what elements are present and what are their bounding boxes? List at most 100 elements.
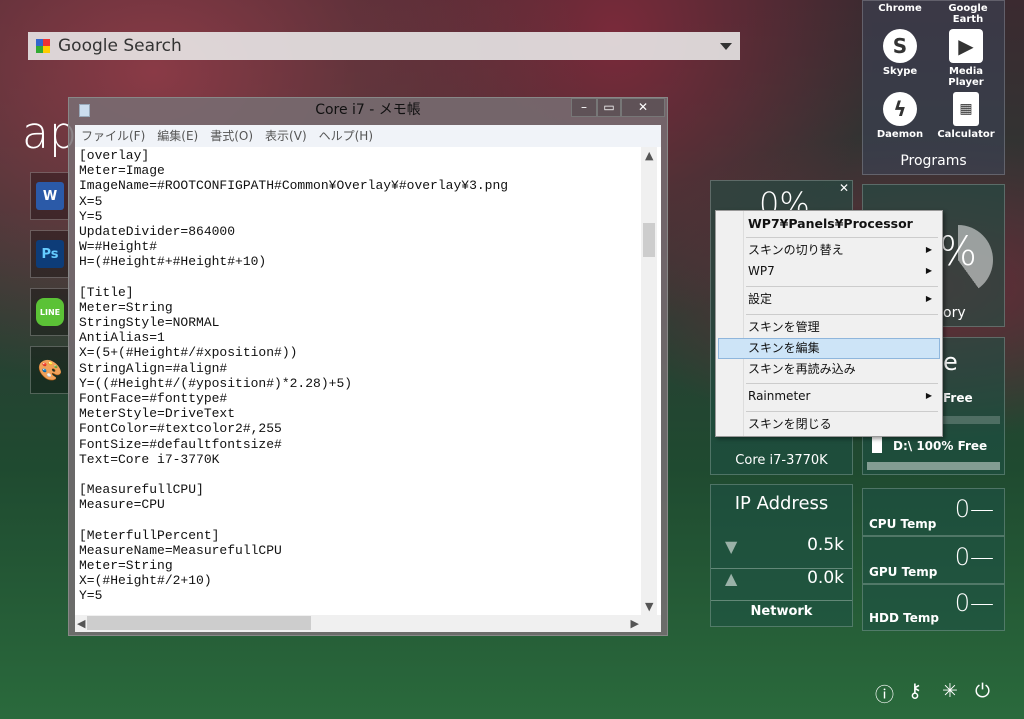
horizontal-scrollbar[interactable]: ◀ ▶ xyxy=(75,615,661,632)
upload-speed: 0.0k xyxy=(807,568,844,588)
chevron-down-icon[interactable] xyxy=(720,43,732,50)
minimize-button[interactable]: – xyxy=(571,98,597,117)
scroll-up-icon[interactable]: ▲ xyxy=(645,149,653,162)
submenu-arrow-icon: ▶ xyxy=(925,245,932,254)
program-daemon[interactable]: ϟ Daemon xyxy=(865,92,935,140)
drive-icon xyxy=(872,437,882,453)
text-line xyxy=(79,270,508,285)
d-drive-bar xyxy=(867,462,1000,470)
close-button[interactable]: ✕ xyxy=(621,98,665,117)
menu-item-label: スキンを管理 xyxy=(748,320,820,334)
menu-item-label: 設定 xyxy=(748,292,773,306)
temp-label: CPU Temp xyxy=(869,517,937,531)
cpu-name: Core i7-3770K xyxy=(735,453,828,468)
menu-view[interactable]: 表示(V) xyxy=(265,125,307,147)
info-icon[interactable]: ⓘ xyxy=(875,680,894,707)
program-skype[interactable]: S Skype xyxy=(865,29,935,77)
app-tile-word[interactable]: W xyxy=(30,172,70,220)
scroll-right-icon[interactable]: ▶ xyxy=(631,617,639,630)
temp-label: HDD Temp xyxy=(869,611,939,625)
context-menu-item[interactable]: スキンを編集 xyxy=(748,338,934,358)
program-google-earth[interactable]: Google Earth xyxy=(933,3,1003,25)
google-search-bar[interactable]: Google Search xyxy=(28,32,740,60)
context-menu-item[interactable]: スキンを再読み込み xyxy=(748,359,934,379)
menu-edit[interactable]: 編集(E) xyxy=(157,125,198,147)
temp-label: GPU Temp xyxy=(869,565,938,579)
program-calculator[interactable]: ▦ Calculator xyxy=(931,92,1001,140)
play-icon: ▶ xyxy=(949,29,983,63)
maximize-button[interactable]: ▭ xyxy=(597,98,621,117)
text-line: UpdateDivider=864000 xyxy=(79,223,236,239)
text-line: ImageName=#ROOTCONFIGPATH#Common¥Overlay… xyxy=(79,178,509,194)
text-line: [Title] xyxy=(79,284,134,300)
program-label: Chrome xyxy=(878,3,922,14)
context-menu-item[interactable]: スキンの切り替え ▶ xyxy=(748,240,934,260)
gpu-temp-row[interactable]: GPU Temp 0— xyxy=(862,536,1005,584)
network-tile[interactable]: IP Address ▼ 0.5k ▲ 0.0k Network xyxy=(710,484,853,627)
memory-percent: % xyxy=(939,229,978,275)
temp-value: 0— xyxy=(954,589,994,617)
scroll-down-icon[interactable]: ▼ xyxy=(645,600,653,613)
scroll-left-icon[interactable]: ◀ xyxy=(77,617,85,630)
editor-text[interactable]: [overlay] Meter=Image ImageName=#ROOTCONFI… xyxy=(79,148,508,604)
title-bar[interactable]: Core i7 - メモ帳 – ▭ ✕ xyxy=(69,98,667,125)
context-menu-item[interactable]: Rainmeter ▶ xyxy=(748,386,934,406)
program-label: Google Earth xyxy=(948,3,988,25)
context-menu-item[interactable]: スキンを管理 xyxy=(748,317,934,337)
program-label: Calculator xyxy=(937,129,995,140)
menu-item-label: WP7 xyxy=(748,264,775,278)
text-line: FontSize=#defaultfontsize# xyxy=(79,436,282,452)
key-icon[interactable]: ⚷ xyxy=(908,680,922,702)
program-media-player[interactable]: ▶ Media Player xyxy=(931,29,1001,88)
download-speed: 0.5k xyxy=(807,535,844,555)
menu-item-label: スキンを編集 xyxy=(748,341,820,355)
vertical-scroll-thumb[interactable] xyxy=(643,223,655,257)
power-icon[interactable]: ⏻ xyxy=(975,680,990,702)
text-line: StringAlign=#align# xyxy=(79,360,228,376)
search-label: Google Search xyxy=(58,36,182,56)
menu-format[interactable]: 書式(O) xyxy=(210,125,253,147)
upload-icon: ▲ xyxy=(725,569,738,588)
app-tile-line[interactable]: LINE xyxy=(30,288,70,336)
menu-help[interactable]: ヘルプ(H) xyxy=(319,125,373,147)
context-menu-item[interactable]: WP7 ▶ xyxy=(748,261,934,281)
program-label: Daemon xyxy=(876,129,924,140)
loading-icon[interactable]: ✳ xyxy=(942,680,958,702)
text-line: Meter=String xyxy=(79,558,173,574)
text-line: Text=Core i7-3770K xyxy=(79,451,220,467)
text-line: X=(#Height#/2+10) xyxy=(79,573,212,589)
text-line: Measure=CPU xyxy=(79,497,165,513)
text-line: [MeterfullPercent] xyxy=(79,527,220,543)
text-line: StringStyle=NORMAL xyxy=(79,315,220,331)
text-line: W=#Height# xyxy=(79,239,158,255)
hdd-temp-row[interactable]: HDD Temp 0— xyxy=(862,584,1005,631)
c-drive-label: Free xyxy=(943,391,973,405)
context-menu: WP7¥Panels¥Processor スキンの切り替え ▶ WP7 ▶ 設定 ▶ スキン… xyxy=(715,210,943,437)
text-line: X=(5+(#Height#/#xposition#)) xyxy=(79,345,298,361)
menu-item-label: スキンを閉じる xyxy=(748,417,832,431)
cpu-temp-row[interactable]: CPU Temp 0— xyxy=(862,488,1005,536)
skype-icon: S xyxy=(883,29,917,63)
text-line: X=5 xyxy=(79,193,103,209)
program-chrome[interactable]: Chrome xyxy=(865,3,935,14)
context-menu-item[interactable]: 設定 ▶ xyxy=(748,289,934,309)
text-line: [MeasurefullCPU] xyxy=(79,482,204,498)
text-line: MeterStyle=DriveText xyxy=(79,406,236,422)
text-editor[interactable]: [overlay] Meter=Image ImageName=#ROOTCONFI… xyxy=(75,147,661,615)
app-tile-paint[interactable]: 🎨 xyxy=(30,346,70,394)
vertical-scrollbar[interactable]: ▲ ▼ xyxy=(641,147,657,615)
text-line: FontFace=#fonttype# xyxy=(79,391,228,406)
context-menu-item[interactable]: スキンを閉じる xyxy=(748,414,934,434)
app-tile-photoshop[interactable]: Ps xyxy=(30,230,70,278)
text-line: Y=((#Height#/(#yposition#)*2.28)+5) xyxy=(79,375,353,391)
close-icon[interactable]: ✕ xyxy=(839,181,849,195)
horizontal-scroll-thumb[interactable] xyxy=(87,616,311,630)
menu-separator xyxy=(746,411,938,412)
window-title: Core i7 - メモ帳 xyxy=(315,102,421,118)
menu-file[interactable]: ファイル(F) xyxy=(81,125,145,147)
calculator-icon: ▦ xyxy=(953,92,979,126)
text-line: MeasureName=MeasurefullCPU xyxy=(79,542,282,558)
drives-title: e xyxy=(943,348,958,376)
line-icon: LINE xyxy=(36,298,64,326)
temp-value: 0— xyxy=(954,495,994,523)
